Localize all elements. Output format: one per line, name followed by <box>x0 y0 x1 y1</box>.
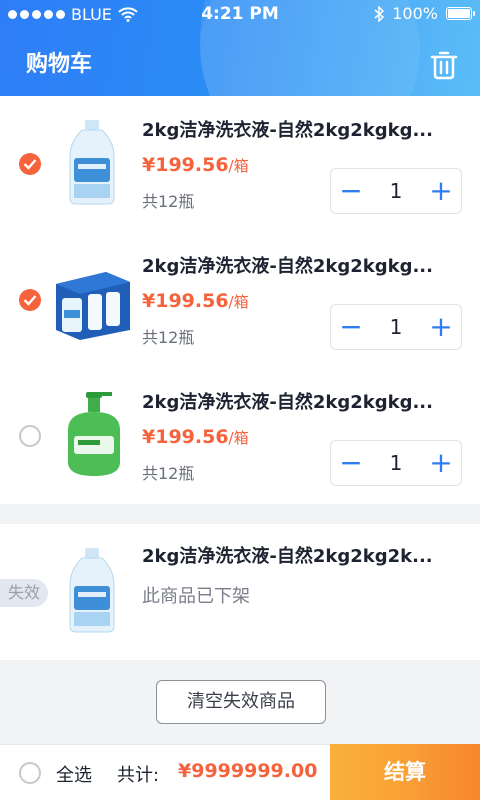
checkout-bar: 全选 共计: ¥9999999.00 结算 <box>0 744 480 800</box>
product-price: ¥199.56/箱 <box>142 154 249 176</box>
total-amount: ¥9999999.00 <box>178 760 318 782</box>
cart-item[interactable]: 2kg洁净洗衣液-自然2kg2kgkg... ¥199.56/箱 共12瓶 − … <box>0 368 480 504</box>
clear-invalid-button[interactable]: 清空失效商品 <box>156 680 326 724</box>
price-unit: /箱 <box>228 157 249 175</box>
item-checkbox[interactable] <box>19 153 41 175</box>
product-count: 共12瓶 <box>142 464 195 483</box>
product-count: 共12瓶 <box>142 192 195 211</box>
item-checkbox[interactable] <box>19 289 41 311</box>
off-shelf-notice: 此商品已下架 <box>142 586 250 607</box>
quantity-value[interactable]: 1 <box>367 305 425 349</box>
increase-button[interactable]: + <box>423 169 459 213</box>
select-all-label[interactable]: 全选 <box>56 761 92 787</box>
checkout-button[interactable]: 结算 <box>330 744 480 800</box>
product-image[interactable] <box>52 390 132 478</box>
product-name[interactable]: 2kg洁净洗衣液-自然2kg2kgkg... <box>142 252 464 278</box>
battery-icon <box>446 7 475 20</box>
invalid-item[interactable]: 失效 2kg洁净洗衣液-自然2kg2kg2k... 此商品已下架 <box>0 524 480 660</box>
header: BLUE 4:21 PM 100% 购物车 <box>0 0 480 96</box>
cart-list: 2kg洁净洗衣液-自然2kg2kgkg... ¥199.56/箱 共12瓶 − … <box>0 96 480 504</box>
quantity-stepper: − 1 + <box>330 440 462 486</box>
cart-item[interactable]: 2kg洁净洗衣液-自然2kg2kgkg... ¥199.56/箱 共12瓶 − … <box>0 96 480 232</box>
check-icon <box>23 295 37 306</box>
product-count: 共12瓶 <box>142 328 195 347</box>
bluetooth-icon <box>374 5 385 22</box>
product-image[interactable] <box>52 118 132 206</box>
product-image[interactable] <box>52 546 132 634</box>
invalid-badge: 失效 <box>0 579 48 607</box>
price-unit: /箱 <box>228 429 249 447</box>
status-bar: BLUE 4:21 PM 100% <box>0 0 480 30</box>
increase-button[interactable]: + <box>423 441 459 485</box>
check-icon <box>23 159 37 170</box>
trash-icon[interactable] <box>430 50 458 80</box>
select-all-checkbox[interactable] <box>19 762 41 784</box>
decrease-button[interactable]: − <box>333 305 369 349</box>
product-name[interactable]: 2kg洁净洗衣液-自然2kg2kgkg... <box>142 388 464 414</box>
increase-button[interactable]: + <box>423 305 459 349</box>
page-title: 购物车 <box>26 52 93 77</box>
cart-item[interactable]: 2kg洁净洗衣液-自然2kg2kgkg... ¥199.56/箱 共12瓶 − … <box>0 232 480 368</box>
decrease-button[interactable]: − <box>333 169 369 213</box>
total-label: 共计: <box>117 765 160 786</box>
quantity-stepper: − 1 + <box>330 304 462 350</box>
product-image[interactable] <box>52 254 132 342</box>
quantity-stepper: − 1 + <box>330 168 462 214</box>
quantity-value[interactable]: 1 <box>367 441 425 485</box>
item-checkbox[interactable] <box>19 425 41 447</box>
quantity-value[interactable]: 1 <box>367 169 425 213</box>
product-price: ¥199.56/箱 <box>142 290 249 312</box>
product-price: ¥199.56/箱 <box>142 426 249 448</box>
battery-percent: 100% <box>392 4 438 23</box>
price-unit: /箱 <box>228 293 249 311</box>
product-name[interactable]: 2kg洁净洗衣液-自然2kg2kgkg... <box>142 116 464 142</box>
product-name[interactable]: 2kg洁净洗衣液-自然2kg2kg2k... <box>142 542 464 568</box>
decrease-button[interactable]: − <box>333 441 369 485</box>
